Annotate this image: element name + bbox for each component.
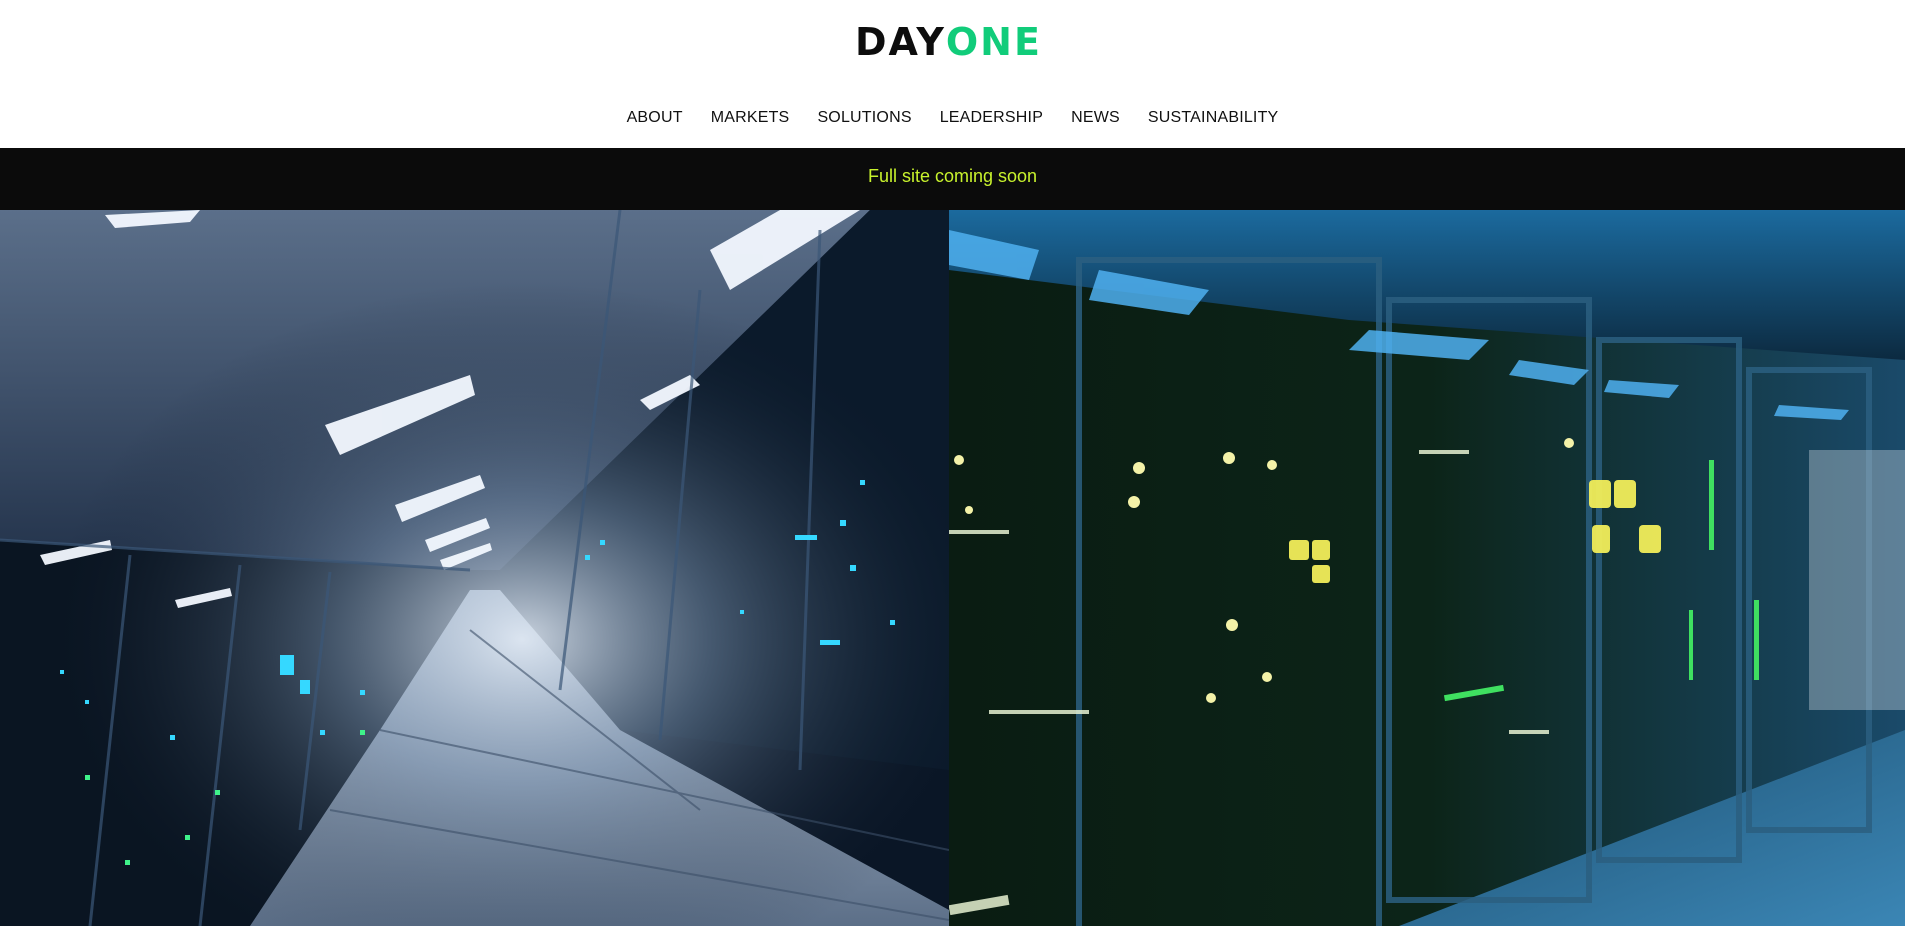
hero-media: [0, 210, 1905, 926]
logo-text-one: ONE: [945, 20, 1042, 64]
dayone-logo[interactable]: DAY ONE: [855, 22, 1042, 62]
nav-item-solutions[interactable]: SOLUTIONS: [817, 106, 911, 130]
nav-item-sustainability[interactable]: SUSTAINABILITY: [1148, 106, 1279, 130]
nav-item-about[interactable]: ABOUT: [627, 106, 683, 130]
nav-item-markets[interactable]: MARKETS: [711, 106, 790, 130]
hero-image-right: [949, 210, 1905, 926]
announcement-banner: Full site coming soon: [0, 148, 1905, 210]
site-header: DAY ONE ABOUT MARKETS SOLUTIONS LEADERSHI…: [0, 0, 1905, 148]
logo-text-day: DAY: [855, 20, 946, 64]
nav-item-news[interactable]: NEWS: [1071, 106, 1120, 130]
hero-image-left: [0, 210, 949, 926]
announcement-text: Full site coming soon: [867, 166, 1038, 186]
nav-item-leadership[interactable]: LEADERSHIP: [940, 106, 1043, 130]
main-nav: ABOUT MARKETS SOLUTIONS LEADERSHIP NEWS …: [0, 106, 1905, 130]
